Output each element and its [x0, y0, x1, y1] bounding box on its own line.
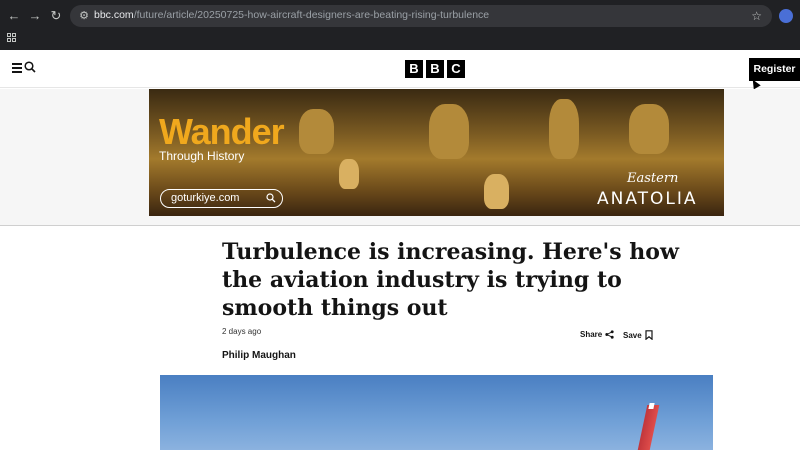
url-text[interactable]: bbc.com/future/article/20250725-how-airc… — [94, 9, 489, 21]
reload-icon[interactable]: ↻ — [48, 8, 64, 24]
share-label: Share — [580, 330, 603, 339]
article-headline: Turbulence is increasing. Here's how the… — [222, 239, 679, 321]
ad-banner[interactable]: Wander Through History goturkiye.com Eas… — [149, 89, 724, 216]
share-icon — [605, 330, 614, 339]
bbc-logo[interactable]: B B C — [405, 60, 465, 78]
browser-chrome: ← → ↻ ⚙ bbc.com/future/article/20250725-… — [0, 0, 800, 50]
search-icon — [24, 61, 36, 73]
address-bar[interactable]: ⚙ bbc.com/future/article/20250725-how-ai… — [70, 5, 772, 27]
logo-letter: C — [447, 60, 465, 78]
ad-url-text: goturkiye.com — [171, 192, 240, 204]
save-label: Save — [623, 330, 642, 340]
profile-avatar[interactable] — [779, 9, 793, 23]
ad-brand-line1: Eastern — [627, 171, 679, 186]
url-host: bbc.com — [94, 9, 134, 21]
star-icon[interactable]: ☆ — [751, 8, 762, 24]
ad-title: Wander — [159, 111, 285, 152]
ad-brand-line2: ANATOLIA — [597, 189, 698, 209]
search-icon — [266, 193, 276, 203]
url-path: /future/article/20250725-how-aircraft-de… — [133, 9, 490, 21]
back-icon[interactable]: ← — [6, 8, 22, 24]
browser-toolbar: ← → ↻ ⚙ bbc.com/future/article/20250725-… — [0, 0, 800, 33]
menu-icon — [12, 63, 22, 73]
save-button[interactable]: Save — [623, 330, 653, 340]
ad-url-pill[interactable]: goturkiye.com — [160, 189, 283, 208]
article-author[interactable]: Philip Maughan — [222, 350, 296, 361]
forward-icon[interactable]: → — [27, 8, 43, 24]
bookmarks-bar — [0, 33, 800, 50]
grid-icon[interactable] — [7, 33, 17, 43]
article-timestamp: 2 days ago — [222, 327, 262, 336]
logo-letter: B — [426, 60, 444, 78]
bookmark-icon — [645, 330, 653, 340]
share-button[interactable]: Share — [580, 330, 614, 339]
aircraft-tail — [636, 405, 660, 450]
logo-letter: B — [405, 60, 423, 78]
site-header: B B C Register — [0, 50, 800, 88]
hero-image — [160, 375, 713, 450]
site-info-icon[interactable]: ⚙ — [76, 8, 92, 24]
menu-search-button[interactable] — [12, 61, 38, 77]
ad-container: Wander Through History goturkiye.com Eas… — [0, 89, 800, 226]
ad-subtitle: Through History — [159, 149, 245, 163]
